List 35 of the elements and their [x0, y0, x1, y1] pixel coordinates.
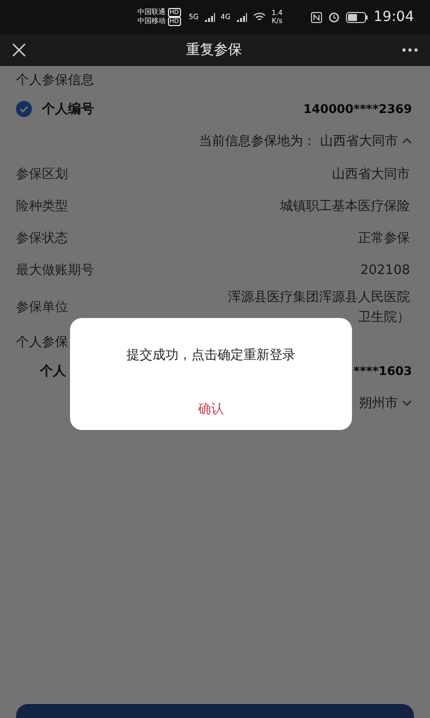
field-label: 参保状态: [16, 230, 68, 247]
confirm-button[interactable]: 确认: [182, 396, 240, 422]
chevron-down-icon[interactable]: [402, 400, 412, 406]
field-value: 202108: [360, 262, 410, 278]
section-heading: 个人参保: [16, 334, 68, 351]
battery-icon: [346, 12, 368, 22]
id-label: 个人: [40, 363, 66, 380]
section-heading: 个人参保信息: [16, 72, 94, 89]
nfc-icon: [310, 12, 322, 22]
location-label: 当前信息参保地为：: [199, 133, 316, 150]
field-value: 浑源县医疗集团浑源县人民医院: [228, 289, 410, 306]
field-value: 正常参保: [358, 230, 410, 247]
field-label: 最大做账期号: [16, 262, 94, 279]
id-value: 140000****2369: [303, 102, 412, 116]
status-time: 19:04: [374, 9, 414, 25]
field-label: 险种类型: [16, 198, 68, 215]
page-title: 重复参保: [186, 41, 242, 59]
field-label: 参保区划: [16, 166, 68, 183]
wifi-icon: [252, 12, 266, 22]
field-value: 山西省大同市: [332, 166, 410, 183]
chevron-up-icon[interactable]: [402, 138, 412, 144]
close-icon[interactable]: [12, 43, 26, 57]
dialog-message: 提交成功，点击确定重新登录: [126, 347, 296, 364]
checked-checkbox[interactable]: [16, 101, 32, 117]
field-label: 参保单位: [16, 299, 68, 316]
more-icon[interactable]: [402, 48, 418, 52]
id-label: 个人编号: [42, 100, 94, 118]
alarm-icon: [328, 11, 340, 23]
id-value: ****1603: [354, 364, 412, 378]
field-value: 城镇职工基本医疗保险: [280, 198, 410, 215]
signal-icon: [236, 12, 246, 22]
location-value: 山西省大同市: [320, 133, 398, 150]
field-value: 卫生院）: [358, 309, 410, 326]
signal-icon: [204, 12, 215, 22]
location-value: 朔州市: [359, 395, 398, 412]
